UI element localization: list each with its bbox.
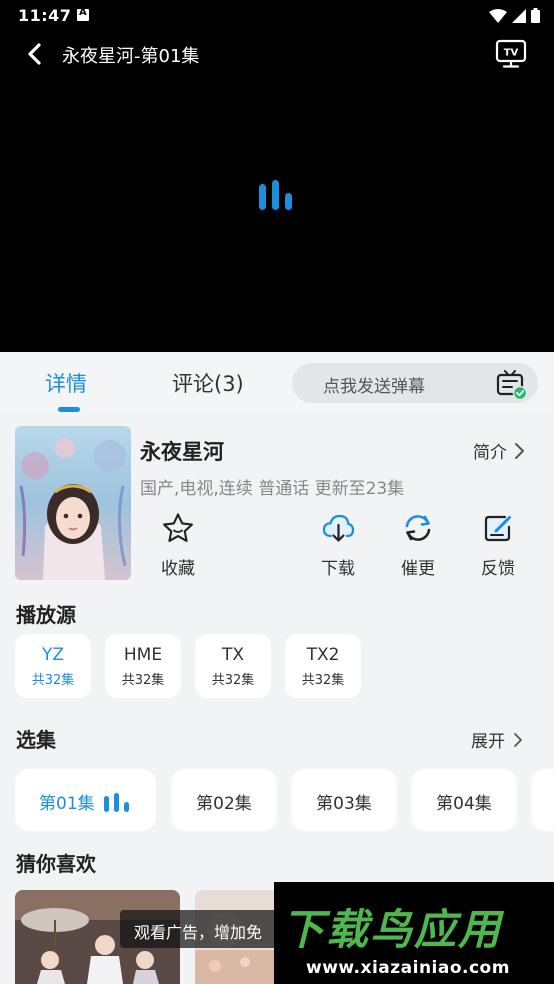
now-playing-icon — [104, 793, 129, 812]
danmaku-input[interactable]: 点我发送弹幕 — [292, 363, 538, 403]
player-top-bar: 永夜星河-第01集 TV — [0, 32, 554, 76]
tv-icon: TV — [495, 39, 527, 68]
source-yz[interactable]: YZ 共32集 — [15, 634, 91, 698]
intro-label: 简介 — [473, 443, 507, 463]
download-label: 下载 — [321, 559, 355, 579]
expand-label: 展开 — [471, 732, 505, 752]
ad-tip-text: 观看广告，增加免 — [134, 923, 263, 942]
episode-02[interactable]: 第02集 — [171, 769, 277, 831]
favorite-button[interactable]: 收藏 — [143, 512, 213, 579]
favorite-label: 收藏 — [161, 559, 195, 579]
download-button[interactable]: 下载 — [303, 512, 373, 579]
intro-link[interactable]: 简介 — [473, 438, 525, 463]
episodes-title: 选集 — [16, 728, 56, 752]
feedback-label: 反馈 — [481, 559, 515, 579]
danmaku-tv-icon[interactable] — [495, 368, 527, 400]
episode-label: 第03集 — [316, 794, 372, 814]
source-count: 共32集 — [121, 673, 165, 688]
source-name: TX2 — [306, 645, 340, 665]
source-count: 共32集 — [211, 673, 255, 688]
status-icons — [489, 8, 540, 23]
episode-label: 第01集 — [39, 794, 95, 814]
episode-03[interactable]: 第03集 — [291, 769, 397, 831]
wifi-icon — [489, 8, 507, 23]
sources-title: 播放源 — [16, 603, 76, 627]
loading-icon — [259, 180, 292, 210]
status-bar: 11:47 — [0, 0, 554, 30]
ad-reward-tip[interactable]: 观看广告，增加免 — [120, 910, 280, 948]
danmaku-placeholder: 点我发送弹幕 — [323, 377, 425, 397]
player-title: 永夜星河-第01集 — [62, 46, 200, 67]
source-tx[interactable]: TX 共32集 — [195, 634, 271, 698]
source-tx2[interactable]: TX2 共32集 — [285, 634, 361, 698]
episode-label: 第02集 — [196, 794, 252, 814]
cloud-download-icon — [322, 514, 355, 542]
source-hme[interactable]: HME 共32集 — [105, 634, 181, 698]
back-button[interactable] — [22, 38, 52, 70]
cast-tv-button[interactable]: TV — [494, 36, 528, 70]
detail-tabs-bar: 详情 评论(3) 点我发送弹幕 — [0, 352, 554, 414]
chevron-right-icon — [515, 442, 524, 459]
source-count: 共32集 — [31, 673, 75, 688]
source-name: YZ — [41, 645, 65, 665]
star-icon — [163, 513, 193, 542]
battery-icon — [531, 8, 540, 23]
expand-episodes-link[interactable]: 展开 — [471, 727, 523, 752]
chevron-left-icon — [28, 43, 41, 65]
show-meta: 国产,电视,连续 普通话 更新至23集 — [140, 479, 405, 499]
video-player[interactable]: 11:47 永夜星河-第01集 TV — [0, 0, 554, 352]
urge-update-button[interactable]: 催更 — [383, 512, 453, 579]
status-time: 11:47 — [18, 6, 72, 25]
source-name: TX — [221, 645, 245, 665]
poster-image — [15, 426, 131, 580]
edit-icon — [484, 515, 511, 542]
episode-05-partial[interactable] — [531, 769, 554, 831]
tab-comments[interactable]: 评论(3) — [172, 368, 244, 398]
notification-icon — [77, 7, 89, 21]
show-poster[interactable] — [15, 426, 131, 580]
source-count: 共32集 — [301, 673, 345, 688]
show-title: 永夜星河 — [140, 440, 224, 464]
episode-04[interactable]: 第04集 — [411, 769, 517, 831]
episode-label: 第04集 — [436, 794, 492, 814]
watermark-text: 下载鸟应用 — [282, 905, 503, 954]
active-tab-indicator — [58, 407, 80, 412]
source-name: HME — [123, 645, 163, 665]
episode-01[interactable]: 第01集 — [15, 769, 156, 831]
chevron-right-icon — [514, 732, 522, 747]
tab-details[interactable]: 详情 — [45, 368, 87, 398]
svg-text:TV: TV — [504, 48, 519, 59]
refresh-icon — [405, 515, 431, 541]
urge-update-label: 催更 — [401, 559, 435, 579]
feedback-button[interactable]: 反馈 — [463, 512, 533, 579]
watermark-logo: 下载鸟应用 www.xiazainiao.com — [274, 882, 554, 984]
watermark-url: www.xiazainiao.com — [306, 958, 510, 978]
signal-icon — [512, 8, 526, 23]
recommend-title: 猜你喜欢 — [16, 852, 96, 876]
